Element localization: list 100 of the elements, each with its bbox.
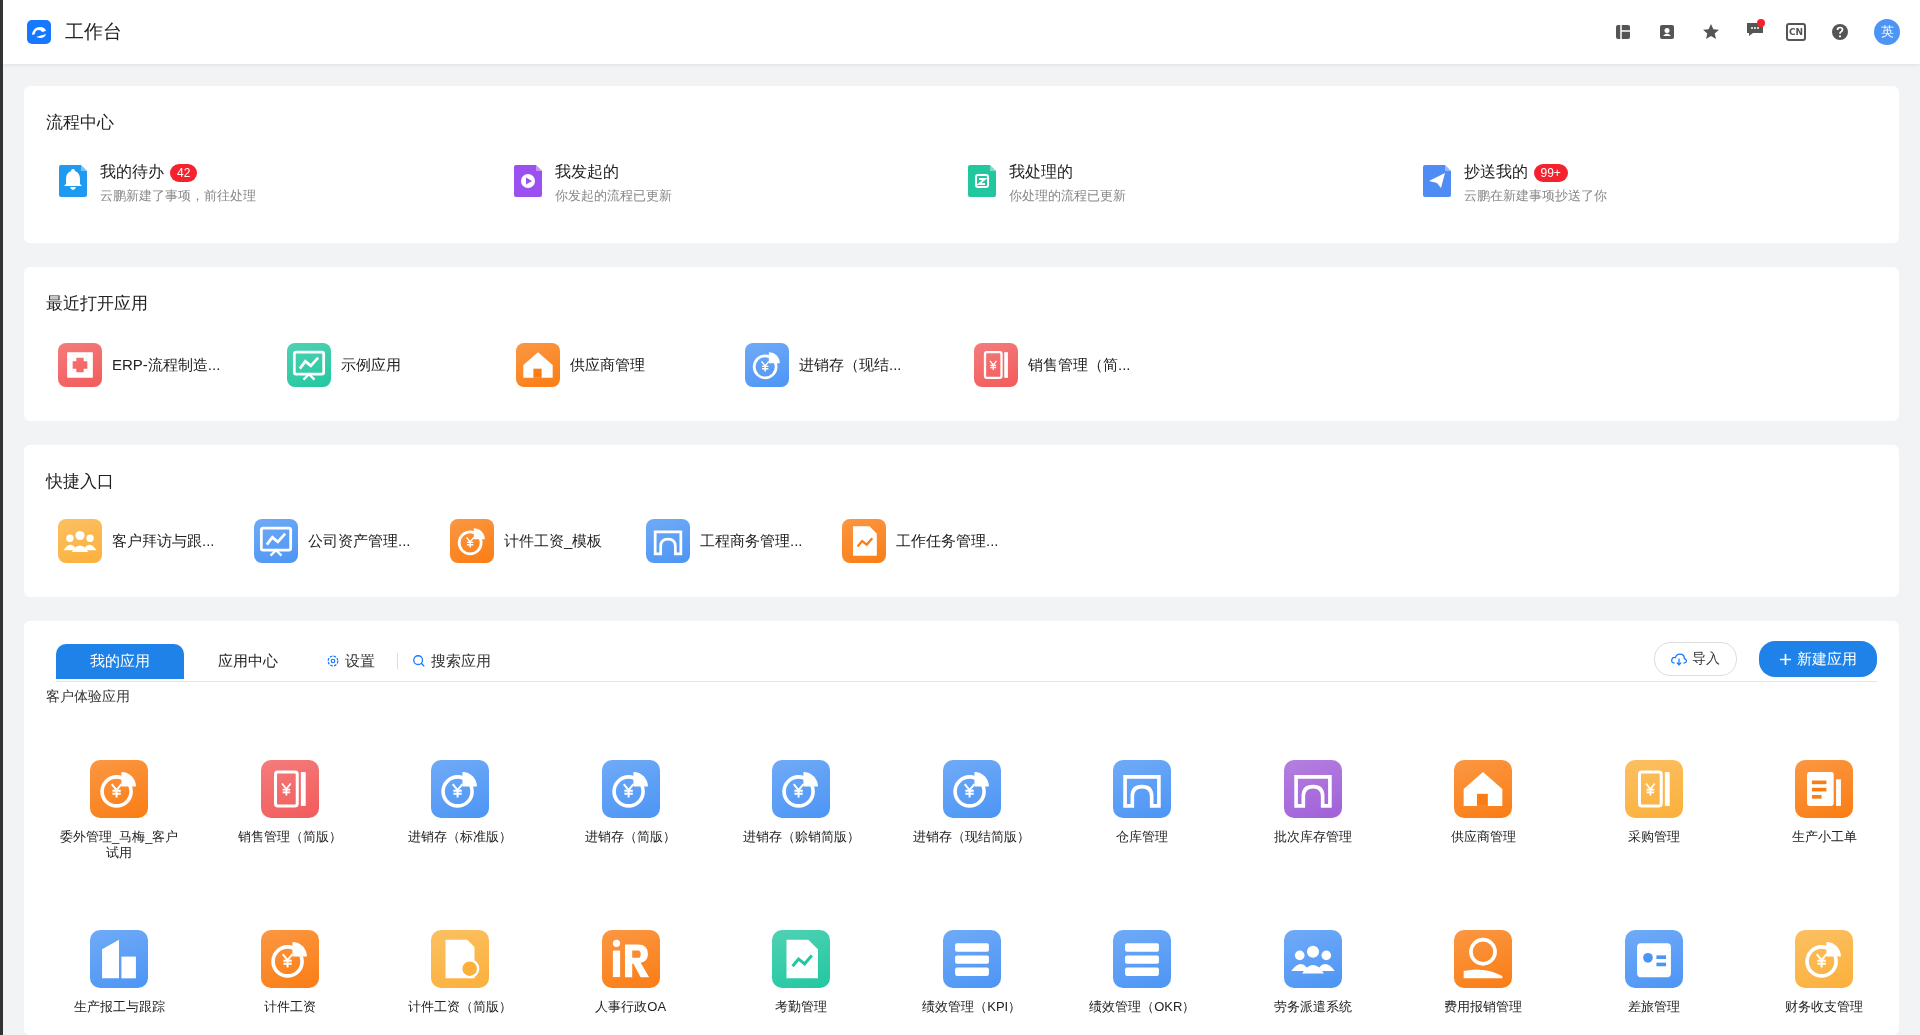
app-name: 劳务派遣系统 [1272,999,1353,1015]
star-icon[interactable] [1701,22,1721,42]
process-subtitle: 你处理的流程已更新 [1009,187,1126,205]
tab[interactable]: 应用中心 [184,643,312,679]
app-name: 绩效管理（KPI） [921,999,1023,1015]
import-button[interactable]: 导入 [1654,642,1737,676]
app-tile[interactable]: 绩效管理（OKR） [1057,930,1228,1035]
app-name: 工作任务管理... [896,531,999,551]
search-link[interactable]: 搜索应用 [412,651,491,671]
app-tile[interactable]: 进销存（简版） [545,760,716,868]
app-name: 财务收支管理 [1784,999,1865,1015]
app-tile[interactable]: 差旅管理 [1568,930,1739,1035]
app-tile[interactable]: 考勤管理 [716,930,887,1035]
app-tile[interactable]: 财务收支管理 [1739,930,1899,1035]
app-name: 进销存（标准版） [407,829,514,845]
app-tile[interactable]: 进销存（现结简版） [886,760,1057,868]
app-shortcut[interactable]: 工程商务管理... [646,519,842,563]
process-title: 我处理的 [1009,162,1073,182]
logo-icon [27,20,51,44]
process-item[interactable]: 抄送我的 99+ 云鹏在新建事项抄送了你 [1422,162,1877,205]
app-shortcut[interactable]: 销售管理（简... [974,343,1203,387]
app-name: 进销存（现结... [799,355,902,375]
app-tile[interactable]: 劳务派遣系统 [1227,930,1398,1035]
app-name: 考勤管理 [774,999,829,1015]
section-title: 最近打开应用 [46,293,149,315]
app-shortcut[interactable]: 示例应用 [287,343,516,387]
app-tile[interactable]: 进销存（赊销简版） [716,760,887,868]
app-shortcut[interactable]: 计件工资_模板 [450,519,646,563]
app-name: 批次库存管理 [1272,829,1353,845]
app-name: 进销存（赊销简版） [741,829,861,845]
app-tile[interactable]: 计件工资（简版） [375,930,546,1035]
app-tile[interactable]: 委外管理_马梅_客户试用 [34,760,205,868]
gear-icon [326,654,340,668]
settings-link[interactable]: 设置 [326,651,375,671]
app-name: 委外管理_马梅_客户试用 [59,829,180,861]
app-name: 生产小工单 [1790,829,1858,845]
app-tile[interactable]: 销售管理（简版） [204,760,375,868]
process-item[interactable]: 我发起的 你发起的流程已更新 [513,162,968,205]
app-name: 进销存（简版） [584,829,678,845]
process-subtitle: 云鹏在新建事项抄送了你 [1463,187,1607,205]
app-tile[interactable]: 仓库管理 [1057,760,1228,868]
app-tile[interactable]: 进销存（标准版） [375,760,546,868]
app-name: 公司资产管理... [308,531,411,551]
group-title: 客户体验应用 [46,688,131,706]
contact-card-icon[interactable] [1657,22,1677,42]
app-shortcut[interactable]: 进销存（现结... [745,343,974,387]
app-name: 供应商管理 [570,355,645,375]
app-name: 计件工资（简版） [407,999,514,1015]
app-name: 进销存（现结简版） [912,829,1032,845]
count-badge: 42 [170,163,198,182]
app-name: 生产报工与跟踪 [72,999,166,1015]
app-name: 费用报销管理 [1443,999,1524,1015]
new-app-button[interactable]: 新建应用 [1759,641,1877,677]
plus-icon [1779,652,1792,666]
tab[interactable]: 我的应用 [56,643,184,679]
process-item[interactable]: 我的待办 42 云鹏新建了事项，前往处理 [59,162,514,205]
app-shortcut[interactable]: 客户拜访与跟... [58,519,254,563]
process-title: 抄送我的 [1463,162,1528,182]
app-tile[interactable]: 批次库存管理 [1227,760,1398,868]
app-tile[interactable]: 绩效管理（KPI） [886,930,1057,1035]
app-name: 计件工资_模板 [504,531,603,551]
app-name: ERP-流程制造... [112,355,221,375]
cloud-upload-icon [1671,652,1687,666]
app-name: 绩效管理（OKR） [1088,999,1197,1015]
app-name: 示例应用 [341,355,401,375]
process-item[interactable]: 我处理的 你处理的流程已更新 [968,162,1423,205]
section-title: 快捷入口 [46,471,115,493]
process-subtitle: 你发起的流程已更新 [554,187,672,205]
app-shortcut[interactable]: 公司资产管理... [254,519,450,563]
search-icon [412,654,426,668]
app-shortcut[interactable]: 工作任务管理... [842,519,1038,563]
chat-icon[interactable] [1745,19,1765,39]
app-tile[interactable]: 计件工资 [204,930,375,1035]
app-name: 采购管理 [1626,829,1681,845]
layout-icon[interactable] [1613,22,1633,42]
app-shortcut[interactable]: 供应商管理 [516,343,745,387]
app-tile[interactable]: 生产报工与跟踪 [34,930,205,1035]
help-icon[interactable] [1830,22,1850,42]
app-name: 人事行政OA [594,999,668,1015]
app-name: 计件工资 [262,999,317,1015]
app-tile[interactable]: 采购管理 [1568,760,1739,868]
app-name: 供应商管理 [1449,829,1517,845]
process-subtitle: 云鹏新建了事项，前往处理 [100,187,256,205]
app-tile[interactable]: 生产小工单 [1739,760,1899,868]
count-badge: 99+ [1533,163,1568,182]
language-button[interactable]: CN [1786,23,1806,41]
app-name: 销售管理（简... [1028,355,1131,375]
app-name: 工程商务管理... [700,531,803,551]
app-name: 仓库管理 [1115,829,1170,845]
app-tile[interactable]: 人事行政OA [545,930,716,1035]
process-title: 我的待办 [100,162,164,182]
section-title: 流程中心 [46,112,115,134]
app-name: 客户拜访与跟... [112,531,215,551]
app-tile[interactable]: 供应商管理 [1398,760,1569,868]
app-name: 差旅管理 [1626,999,1681,1015]
app-tile[interactable]: 费用报销管理 [1398,930,1569,1035]
app-name: 销售管理（简版） [236,829,343,845]
app-shortcut[interactable]: ERP-流程制造... [58,343,287,387]
process-title: 我发起的 [554,162,619,182]
app-title: 工作台 [65,20,122,44]
